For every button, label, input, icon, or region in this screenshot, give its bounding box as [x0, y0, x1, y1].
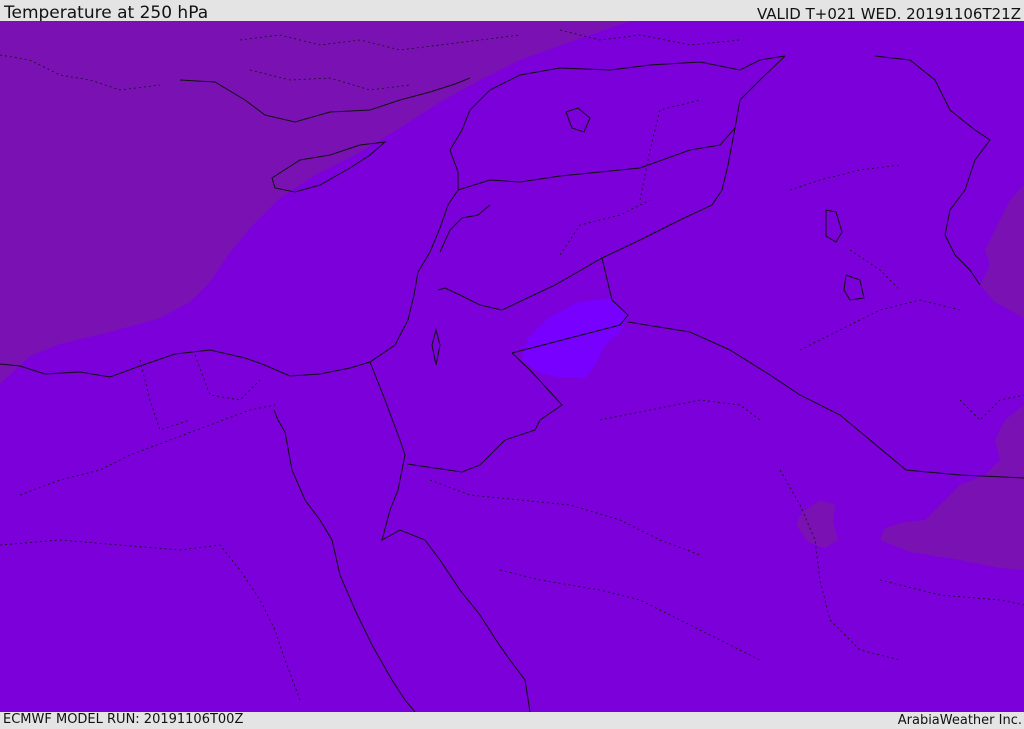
credit-label: ArabiaWeather Inc. — [897, 713, 1022, 728]
map-svg — [0, 21, 1024, 712]
header-bar: Temperature at 250 hPa VALID T+021 WED. … — [0, 0, 1024, 23]
map-title: Temperature at 250 hPa — [4, 3, 209, 23]
model-run-label: ECMWF MODEL RUN: 20191106T00Z — [3, 712, 244, 727]
footer-bar: ECMWF MODEL RUN: 20191106T00Z ArabiaWeat… — [0, 712, 1024, 729]
map-panel[interactable] — [0, 21, 1024, 712]
